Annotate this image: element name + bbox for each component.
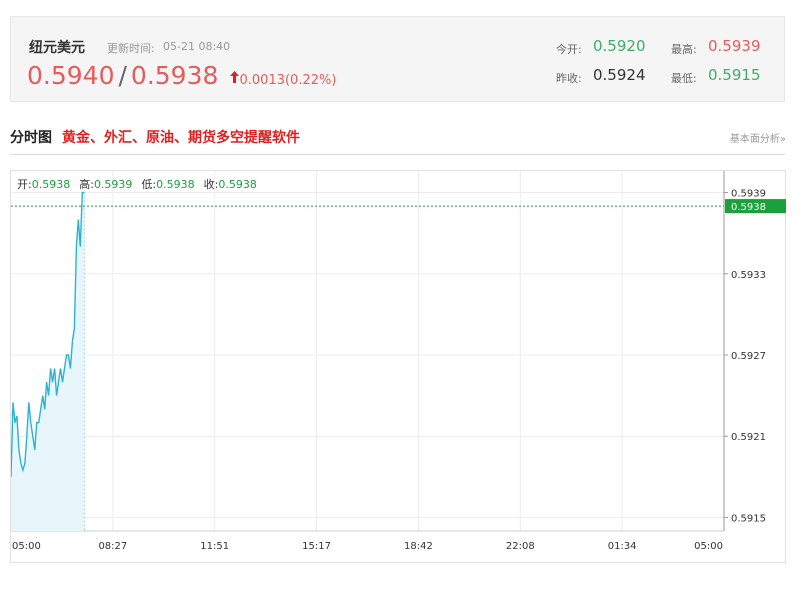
y-tick-label: 0.5933 bbox=[731, 270, 766, 281]
prev-close-value: 0.5924 bbox=[593, 66, 646, 84]
series-area bbox=[11, 192, 85, 531]
section-divider bbox=[10, 154, 785, 155]
x-tick-label: 11:51 bbox=[200, 541, 229, 552]
x-tick-label: 05:00 bbox=[694, 541, 723, 552]
intraday-chart[interactable]: 05:00 08:27 11:51 15:17 18:42 22:08 01:34 05:00… bbox=[10, 170, 786, 563]
x-tick-label: 08:27 bbox=[98, 541, 127, 552]
high-label: 最高: bbox=[671, 43, 697, 56]
x-tick-label: 15:17 bbox=[302, 541, 331, 552]
price-row: 0.5940/0.5938 0.0013(0.22%) bbox=[27, 61, 336, 93]
prev-close-label: 昨收: bbox=[556, 72, 582, 85]
high-value: 0.5939 bbox=[708, 37, 761, 55]
y-tick-label: 0.5915 bbox=[731, 513, 766, 524]
update-time-label: 更新时间: bbox=[107, 42, 155, 55]
ohlc-close-value: 0.5938 bbox=[218, 178, 257, 191]
ohlc-high-label: 高: bbox=[79, 178, 94, 191]
fundamental-analysis-link[interactable]: 基本面分析» bbox=[730, 130, 786, 145]
ohlc-open-value: 0.5938 bbox=[31, 178, 71, 191]
update-time: 05-21 08:40 bbox=[163, 40, 231, 53]
ohlc-readout: 开:0.5938 高:0.5939 低:0.5938 收:0.5938 bbox=[17, 176, 266, 192]
chart-canvas: 05:00 08:27 11:51 15:17 18:42 22:08 01:34 05:00… bbox=[11, 171, 786, 552]
open-value: 0.5920 bbox=[593, 37, 646, 55]
open-label: 今开: bbox=[556, 43, 582, 56]
bid-price: 0.5940 bbox=[27, 61, 115, 90]
ohlc-low-label: 低: bbox=[141, 178, 157, 191]
x-tick-label: 18:42 bbox=[404, 541, 433, 552]
section-title: 分时图 bbox=[10, 130, 52, 146]
y-tick-label: 0.5927 bbox=[731, 351, 766, 362]
ohlc-low-value: 0.5938 bbox=[156, 178, 195, 191]
x-tick-label: 01:34 bbox=[608, 541, 637, 552]
ohlc-close-label: 收: bbox=[203, 178, 219, 191]
ohlc-high-value: 0.5939 bbox=[93, 178, 133, 191]
y-tick-label: 0.5921 bbox=[731, 432, 766, 443]
low-label: 最低: bbox=[671, 72, 697, 85]
ask-price: 0.5938 bbox=[130, 61, 219, 90]
ohlc-open-label: 开: bbox=[17, 178, 32, 191]
current-price-tag-label: 0.5938 bbox=[731, 202, 766, 213]
price-change: 0.0013(0.22%) bbox=[239, 73, 337, 88]
low-value: 0.5915 bbox=[708, 66, 761, 84]
y-tick-label: 0.5939 bbox=[731, 189, 766, 200]
currency-pair-name: 纽元美元 bbox=[29, 40, 85, 56]
x-tick-label: 22:08 bbox=[506, 541, 535, 552]
arrow-up-icon bbox=[229, 71, 239, 83]
price-separator: / bbox=[118, 61, 127, 90]
promo-link[interactable]: 黄金、外汇、原油、期货多空提醒软件 bbox=[62, 127, 300, 147]
x-tick-label: 05:00 bbox=[12, 541, 41, 552]
quote-panel: 纽元美元 更新时间: 05-21 08:40 0.5940/0.5938 0.0… bbox=[10, 16, 785, 102]
